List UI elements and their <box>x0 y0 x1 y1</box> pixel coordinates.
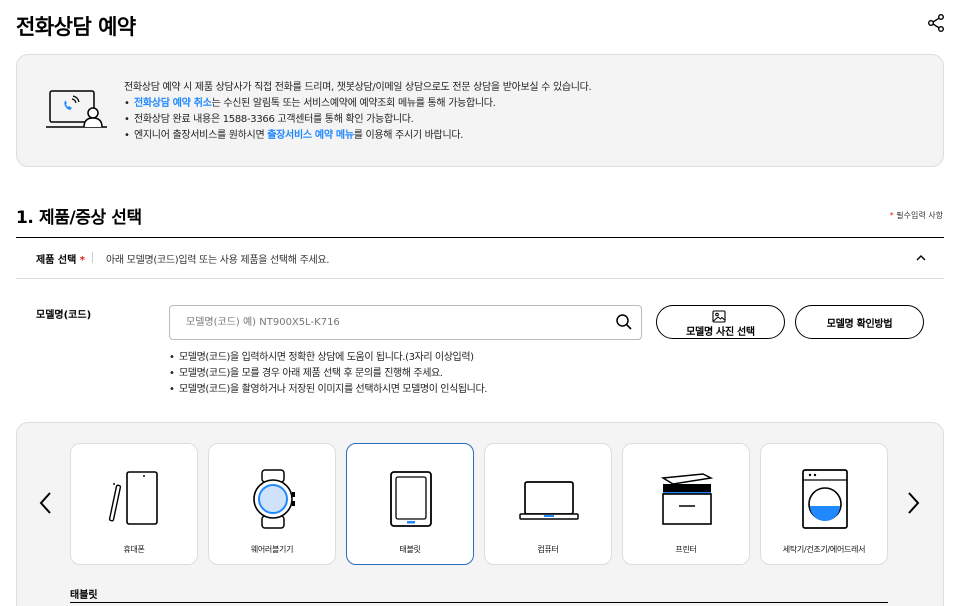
category-card-tablet[interactable]: 태블릿 <box>346 443 474 565</box>
category-label: 프린터 <box>675 545 697 554</box>
chevron-up-icon[interactable] <box>914 251 928 265</box>
info-line-1: 전화상담 예약 시 제품 상담사가 직접 전화를 드리며, 챗봇상담/이메일 상… <box>124 82 592 93</box>
model-howto-button[interactable]: 모델명 확인방법 <box>795 305 924 339</box>
chevron-right-icon[interactable] <box>903 489 923 517</box>
product-select-label-text: 제품 선택 <box>36 255 77 266</box>
info-text: 전화상담 예약 시 제품 상담사가 직접 전화를 드리며, 챗봇상담/이메일 상… <box>124 80 592 144</box>
laptop-icon <box>519 481 579 520</box>
cancel-reservation-link[interactable]: 전화상담 예약 취소 <box>134 98 212 109</box>
category-card-washer[interactable]: 세탁기/건조기/에어드레서 <box>760 443 888 565</box>
phone-consult-illustration-icon <box>46 90 107 128</box>
visit-service-reservation-link[interactable]: 출장서비스 예약 메뉴 <box>267 130 354 141</box>
header-separator <box>92 252 93 263</box>
category-card-printer[interactable]: 프린터 <box>622 443 750 565</box>
model-tip: 모델명(코드)을 촬영하거나 저장된 이미지를 선택하시면 모델명이 인식됩니다… <box>169 382 487 398</box>
model-code-label: 모델명(코드) <box>36 310 92 321</box>
info-line-3: 전화상담 완료 내용은 1588-3366 고객센터를 통해 확인 가능합니다. <box>124 112 591 128</box>
info-line-2-text: 는 수신된 알림톡 또는 서비스예약에 예약조회 메뉴를 통해 가능합니다. <box>211 98 496 109</box>
share-icon[interactable] <box>926 13 946 33</box>
required-note: * 필수입력 사항 <box>890 210 943 221</box>
washer-icon <box>802 469 848 529</box>
category-card-phone[interactable]: 휴대폰 <box>70 443 198 565</box>
category-label: 웨어러블기기 <box>250 545 294 554</box>
tablet-icon <box>390 471 432 527</box>
model-tips-list: 모델명(코드)을 입력하시면 정확한 상담에 도움이 됩니다.(3자리 이상입력… <box>169 350 487 398</box>
info-box: 전화상담 예약 시 제품 상담사가 직접 전화를 드리며, 챗봇상담/이메일 상… <box>16 54 944 167</box>
chevron-left-icon[interactable] <box>36 489 56 517</box>
model-tip: 모델명(코드)을 모를 경우 아래 제품 선택 후 문의를 진행해 주세요. <box>169 366 487 382</box>
printer-icon <box>660 473 714 525</box>
model-code-search-input[interactable] <box>169 305 642 340</box>
model-photo-select-button[interactable]: 모델명 사진 선택 <box>656 305 785 339</box>
info-line-4-post: 를 이용해 주시기 바랍니다. <box>353 130 464 141</box>
info-line-4: 엔지니어 출장서비스를 원하시면 출장서비스 예약 메뉴를 이용해 주시기 바랍… <box>124 128 591 144</box>
watch-icon <box>253 469 295 529</box>
section-title: 1. 제품/증상 선택 <box>16 208 142 228</box>
product-select-header[interactable]: 제품 선택 * 아래 모델명(코드)입력 또는 사용 제품을 선택해 주세요. <box>16 238 944 279</box>
product-select-desc: 아래 모델명(코드)입력 또는 사용 제품을 선택해 주세요. <box>106 255 330 266</box>
category-card-computer[interactable]: 컴퓨터 <box>484 443 612 565</box>
subcategory-title: 태블릿 <box>70 590 98 601</box>
info-line-4-pre: 엔지니어 출장서비스를 원하시면 <box>134 130 268 141</box>
model-photo-select-label: 모델명 사진 선택 <box>686 327 755 338</box>
subcategory-divider <box>70 602 888 603</box>
model-tip: 모델명(코드)을 입력하시면 정확한 상담에 도움이 됩니다.(3자리 이상입력… <box>169 350 487 366</box>
category-label: 세탁기/건조기/에어드레서 <box>782 545 866 554</box>
category-label: 컴퓨터 <box>537 545 559 554</box>
required-note-text: 필수입력 사항 <box>893 211 943 220</box>
page-title: 전화상담 예약 <box>16 15 136 39</box>
info-line-2: 전화상담 예약 취소는 수신된 알림톡 또는 서비스예약에 예약조회 메뉴를 통… <box>124 96 591 112</box>
phone-icon <box>108 471 158 525</box>
photo-icon <box>712 310 726 323</box>
product-select-required-star: * <box>79 255 86 266</box>
category-card-wearable[interactable]: 웨어러블기기 <box>208 443 336 565</box>
category-label: 태블릿 <box>399 545 421 554</box>
category-label: 휴대폰 <box>123 545 145 554</box>
search-icon[interactable] <box>615 313 633 331</box>
product-select-label: 제품 선택 * <box>36 251 85 266</box>
